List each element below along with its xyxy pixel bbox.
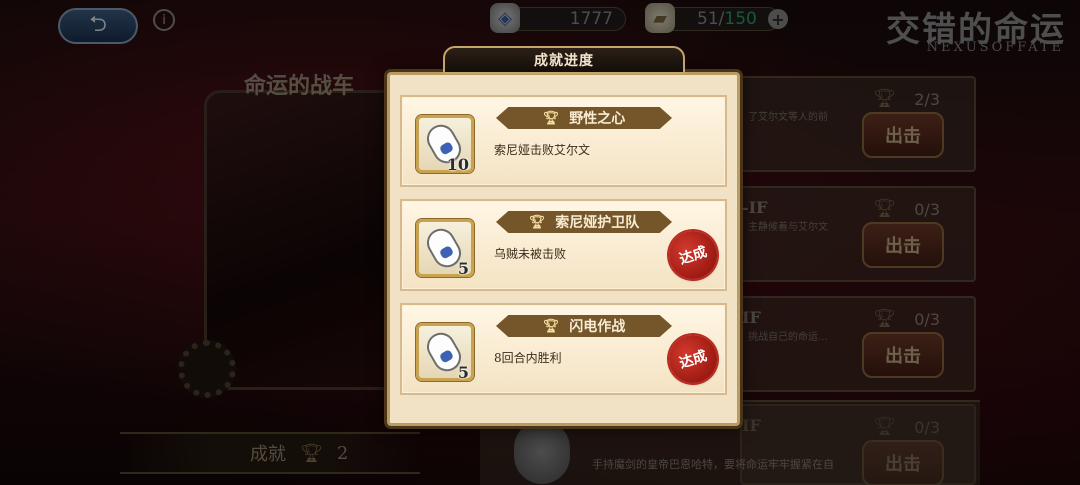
trophy-icon: 🏆︎ (528, 214, 546, 230)
trophy-icon: 🏆︎ (542, 318, 560, 334)
achievement-desc: 乌贼未被击败 (494, 247, 567, 261)
achievement-title: 🏆︎ 索尼娅护卫队 (496, 211, 672, 233)
reward-item-icon: 10 (416, 115, 474, 174)
modal-title: 成就进度 (443, 46, 685, 74)
achievement-modal: 10 🏆︎ 野性之心 索尼娅击败艾尔文 5 🏆︎ 索尼娅护卫队 乌贼未被击败 达… (387, 72, 740, 426)
achievement-name: 野性之心 (569, 111, 626, 127)
achievement-card: 10 🏆︎ 野性之心 索尼娅击败艾尔文 (400, 95, 727, 187)
completed-stamp: 达成 (662, 224, 724, 286)
trophy-icon: 🏆︎ (542, 110, 560, 126)
reward-quantity: 5 (457, 259, 469, 278)
reward-quantity: 10 (446, 155, 469, 174)
reward-item-icon: 5 (416, 323, 474, 382)
achievement-desc: 索尼娅击败艾尔文 (494, 143, 591, 157)
achievement-desc: 8回合内胜利 (494, 351, 562, 365)
achievement-card: 5 🏆︎ 索尼娅护卫队 乌贼未被击败 达成 (400, 199, 727, 291)
achievement-title: 🏆︎ 野性之心 (496, 107, 672, 129)
completed-stamp: 达成 (662, 328, 724, 390)
reward-item-icon: 5 (416, 219, 474, 278)
achievement-name: 索尼娅护卫队 (555, 215, 640, 231)
achievement-card: 5 🏆︎ 闪电作战 8回合内胜利 达成 (400, 303, 727, 395)
achievement-title: 🏆︎ 闪电作战 (496, 315, 672, 337)
achievement-name: 闪电作战 (569, 319, 626, 335)
reward-quantity: 5 (457, 363, 469, 382)
